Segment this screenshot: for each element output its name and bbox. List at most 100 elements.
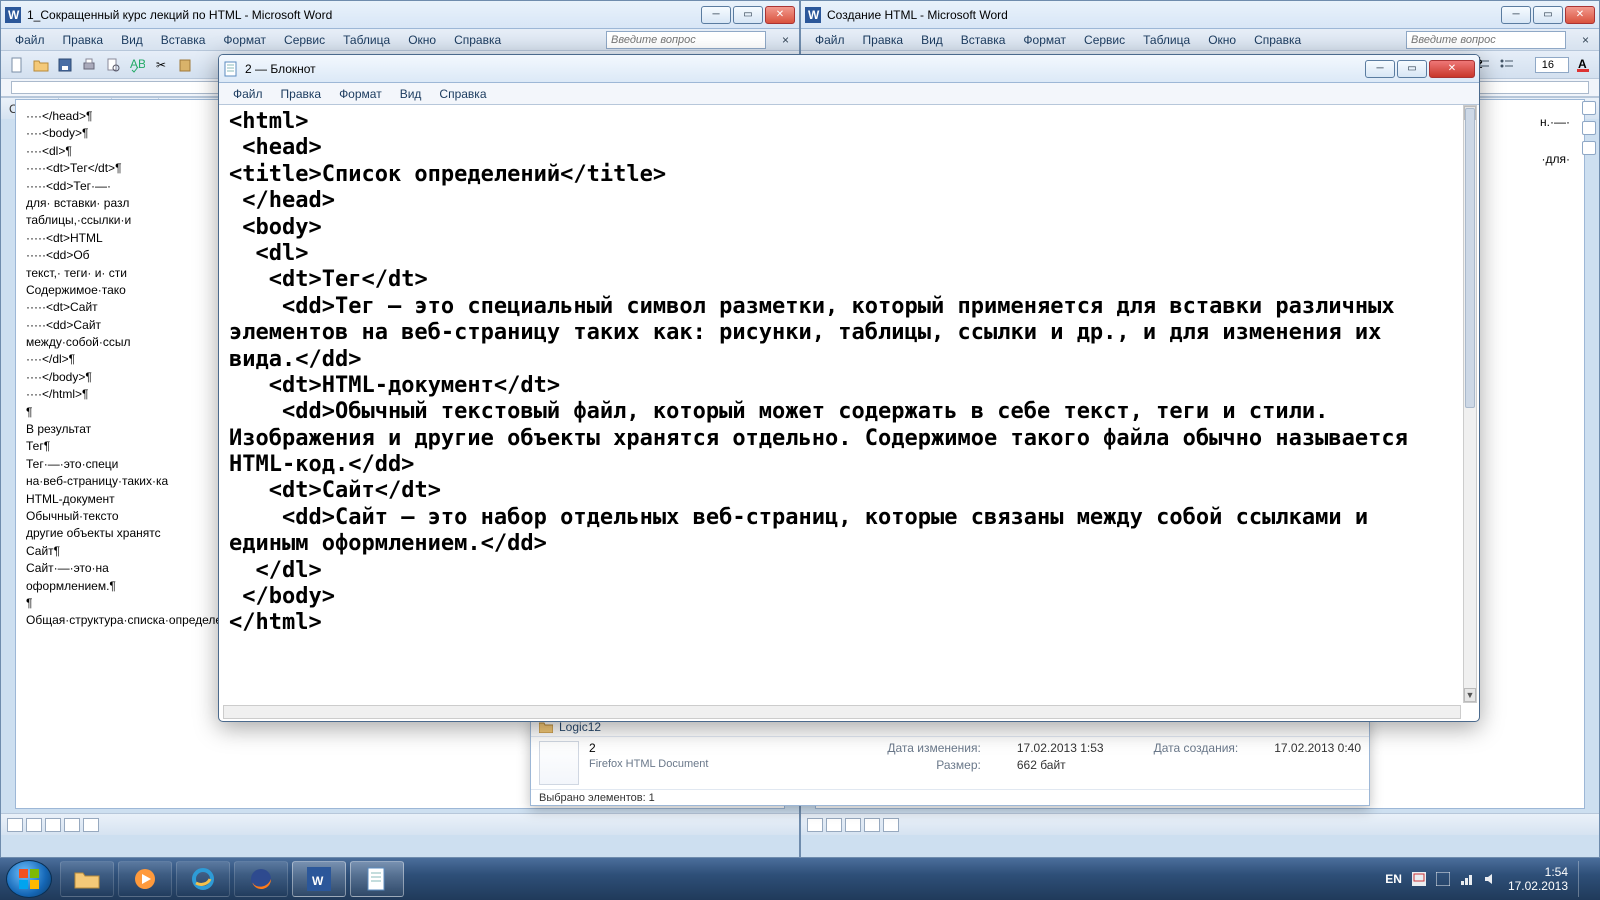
- view-reading-icon[interactable]: [883, 818, 899, 832]
- menu-edit[interactable]: Правка: [855, 31, 912, 49]
- taskbar-firefox[interactable]: [234, 861, 288, 897]
- taskbar: W EN 1:54 17.02.2013: [0, 858, 1600, 900]
- menu-view[interactable]: Вид: [113, 31, 151, 49]
- menubar: Файл Правка Вид Вставка Формат Сервис Та…: [1, 29, 799, 51]
- taskbar-word[interactable]: W: [292, 861, 346, 897]
- new-doc-icon[interactable]: [7, 55, 27, 75]
- maximize-button[interactable]: ▭: [1533, 6, 1563, 24]
- maximize-button[interactable]: ▭: [1397, 60, 1427, 78]
- close-button[interactable]: ✕: [765, 6, 795, 24]
- titlebar[interactable]: W Создание HTML - Microsoft Word ─ ▭ ✕: [801, 1, 1599, 29]
- menu-format[interactable]: Формат: [331, 85, 390, 103]
- scroll-down-icon[interactable]: ▼: [1464, 688, 1476, 702]
- tray-action-center-icon[interactable]: [1436, 872, 1450, 886]
- view-reading-icon[interactable]: [83, 818, 99, 832]
- save-icon[interactable]: [55, 55, 75, 75]
- view-web-icon[interactable]: [826, 818, 842, 832]
- taskbar-ie[interactable]: [176, 861, 230, 897]
- size-label: Размер:: [887, 758, 987, 772]
- menu-file[interactable]: Файл: [225, 85, 271, 103]
- modified-label: Дата изменения:: [887, 741, 987, 755]
- menu-view[interactable]: Вид: [392, 85, 430, 103]
- close-help-icon[interactable]: ×: [778, 33, 793, 47]
- taskbar-wmp[interactable]: [118, 861, 172, 897]
- menu-table[interactable]: Таблица: [1135, 31, 1198, 49]
- vertical-scrollbar[interactable]: ▲ ▼: [1463, 105, 1477, 703]
- tray-network-icon[interactable]: [1460, 872, 1474, 886]
- menu-insert[interactable]: Вставка: [953, 31, 1014, 49]
- help-question-input[interactable]: [1406, 31, 1566, 49]
- svg-text:A: A: [1578, 57, 1587, 71]
- view-normal-icon[interactable]: [7, 818, 23, 832]
- titlebar[interactable]: W 1_Сокращенный курс лекций по HTML - Mi…: [1, 1, 799, 29]
- menu-edit[interactable]: Правка: [55, 31, 112, 49]
- close-help-icon[interactable]: ×: [1578, 33, 1593, 47]
- titlebar[interactable]: 2 — Блокнот ─ ▭ ✕: [219, 55, 1479, 83]
- explorer-status: Выбрано элементов: 1: [531, 789, 1369, 809]
- view-web-icon[interactable]: [26, 818, 42, 832]
- size-value: 662 байт: [1017, 758, 1104, 772]
- maximize-button[interactable]: ▭: [733, 6, 763, 24]
- created-value: 17.02.2013 0:40: [1274, 741, 1361, 755]
- file-icon[interactable]: [539, 741, 579, 785]
- menu-insert[interactable]: Вставка: [153, 31, 214, 49]
- menu-tools[interactable]: Сервис: [276, 31, 333, 49]
- font-color-icon[interactable]: A: [1573, 55, 1593, 75]
- print-preview-icon[interactable]: [103, 55, 123, 75]
- start-button[interactable]: [6, 860, 52, 898]
- prev-page-icon[interactable]: [1582, 101, 1596, 115]
- menu-tools[interactable]: Сервис: [1076, 31, 1133, 49]
- close-button[interactable]: ✕: [1429, 60, 1475, 78]
- menu-view[interactable]: Вид: [913, 31, 951, 49]
- menu-edit[interactable]: Правка: [273, 85, 330, 103]
- taskbar-explorer[interactable]: [60, 861, 114, 897]
- open-icon[interactable]: [31, 55, 51, 75]
- font-size-combo[interactable]: 16: [1535, 57, 1569, 73]
- view-outline-icon[interactable]: [64, 818, 80, 832]
- bulleted-list-icon[interactable]: [1497, 55, 1517, 75]
- created-label: Дата создания:: [1154, 741, 1245, 755]
- minimize-button[interactable]: ─: [1365, 60, 1395, 78]
- menu-file[interactable]: Файл: [7, 31, 53, 49]
- help-question-input[interactable]: [606, 31, 766, 49]
- file-name[interactable]: 2: [589, 741, 708, 755]
- view-outline-icon[interactable]: [864, 818, 880, 832]
- file-type: Firefox HTML Document: [589, 758, 708, 770]
- menu-window[interactable]: Окно: [1200, 31, 1244, 49]
- close-button[interactable]: ✕: [1565, 6, 1595, 24]
- next-page-icon[interactable]: [1582, 141, 1596, 155]
- paste-icon[interactable]: [175, 55, 195, 75]
- minimize-button[interactable]: ─: [1501, 6, 1531, 24]
- view-print-icon[interactable]: [45, 818, 61, 832]
- taskbar-notepad[interactable]: [350, 861, 404, 897]
- view-normal-icon[interactable]: [807, 818, 823, 832]
- menu-file[interactable]: Файл: [807, 31, 853, 49]
- minimize-button[interactable]: ─: [701, 6, 731, 24]
- view-mode-bar: [801, 813, 1599, 835]
- window-title: 2 — Блокнот: [245, 62, 1363, 76]
- menu-format[interactable]: Формат: [215, 31, 274, 49]
- cut-icon[interactable]: ✂: [151, 55, 171, 75]
- scroll-thumb[interactable]: [1465, 108, 1475, 408]
- menu-table[interactable]: Таблица: [335, 31, 398, 49]
- system-tray: EN 1:54 17.02.2013: [1385, 861, 1594, 897]
- tray-lang[interactable]: EN: [1385, 872, 1402, 886]
- browse-object-icon[interactable]: [1582, 121, 1596, 135]
- tray-volume-icon[interactable]: [1484, 872, 1498, 886]
- svg-text:ABC: ABC: [130, 57, 145, 71]
- explorer-file-panel: Logic12 2 Firefox HTML Document Дата изм…: [530, 716, 1370, 806]
- text-area[interactable]: <html> <head> <title>Список определений<…: [223, 105, 1461, 717]
- horizontal-scrollbar[interactable]: [223, 705, 1461, 719]
- menu-format[interactable]: Формат: [1015, 31, 1074, 49]
- print-icon[interactable]: [79, 55, 99, 75]
- spellcheck-icon[interactable]: ABC: [127, 55, 147, 75]
- menu-help[interactable]: Справка: [446, 31, 509, 49]
- svg-text:W: W: [8, 8, 20, 22]
- tray-clock[interactable]: 1:54 17.02.2013: [1508, 865, 1568, 894]
- menu-help[interactable]: Справка: [1246, 31, 1309, 49]
- menu-window[interactable]: Окно: [400, 31, 444, 49]
- view-print-icon[interactable]: [845, 818, 861, 832]
- menu-help[interactable]: Справка: [431, 85, 494, 103]
- show-desktop-button[interactable]: [1578, 861, 1588, 897]
- tray-flag-icon[interactable]: [1412, 872, 1426, 886]
